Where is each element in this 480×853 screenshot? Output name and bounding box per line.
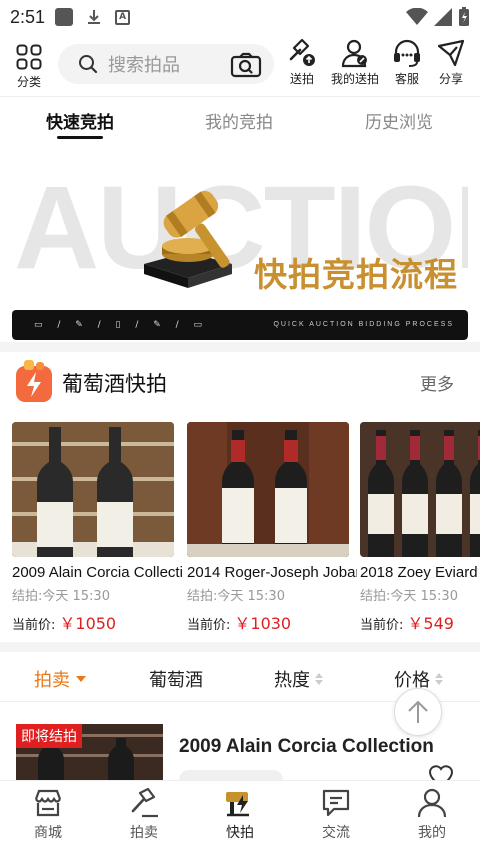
gavel-icon [131,787,158,818]
sort-arrows-icon [315,673,323,685]
nav-auction[interactable]: 拍卖 [114,787,174,842]
wine-card-title: 2018 Zoey Eviard [360,564,478,581]
banner-title: 快拍竞拍流程 [254,255,458,294]
wine-card-carousel: 2009 Alain Corcia Collection 结拍:今天 15:30… [12,422,480,640]
section-gap [0,642,480,652]
wine-card-price-row: 当前价: ￥549 [360,610,480,634]
tab-quick-auction[interactable]: 快速竞拍 [46,108,114,133]
share-button[interactable]: 分享 [436,38,466,87]
filter-auction[interactable]: 拍卖 [34,666,86,692]
grid-icon [16,44,42,70]
auction-process-banner[interactable]: AUCTION 快拍竞拍流程 ▭ / ✎ / ▯ / ✎ / ▭ QUICK A… [12,150,468,340]
notification-icon [55,8,74,26]
category-label: 分类 [16,75,41,89]
nav-quick-auction[interactable]: 快拍 [210,787,270,842]
nav-mall[interactable]: 商城 [18,787,78,842]
nav-auction-label: 拍卖 [130,825,158,841]
send-auction-label: 送拍 [289,72,314,86]
sort-arrows-icon [435,673,443,685]
gavel-icon [144,190,232,288]
camera-search-icon[interactable] [230,52,262,78]
nav-profile-label: 我的 [418,825,446,841]
search-icon [79,55,98,74]
wine-section-header: 葡萄酒快拍 更多 [0,356,480,408]
filter-wine-label: 葡萄酒 [149,670,203,691]
nav-mall-label: 商城 [34,825,62,841]
my-send-auction-button[interactable]: 我的送拍 [330,38,380,87]
wine-card-end-time: 结拍:今天 15:30 [187,589,285,604]
caret-down-icon [76,676,86,682]
wine-card[interactable]: 2014 Roger-Joseph Jobard 结拍:今天 15:30 当前价… [187,422,357,634]
wine-card-price-row: 当前价: ￥1050 [12,610,174,634]
nav-quick-auction-label: 快拍 [226,825,254,841]
nav-profile[interactable]: 我的 [402,787,462,842]
search-placeholder: 搜索拍品 [108,55,180,76]
wine-card-image [187,422,349,557]
download-icon [88,10,101,24]
filter-auction-label: 拍卖 [34,670,70,691]
app-notification-icon: A [115,9,131,25]
back-to-top-button[interactable] [394,688,442,736]
wine-card[interactable]: 2018 Zoey Eviard 结拍:今天 15:30 当前价: ￥549 [360,422,480,634]
my-send-auction-label: 我的送拍 [330,72,379,86]
section-title: 葡萄酒快拍 [62,372,167,396]
nav-community-label: 交流 [322,825,350,841]
status-time: 2:51 [10,6,46,27]
chat-icon [322,789,350,817]
user-icon [417,788,447,818]
quick-auction-icon [226,792,249,817]
list-item-title: 2009 Alain Corcia Collection [179,736,434,757]
top-header: 分类 搜索拍品 送拍 我的送拍 客服 分享 [0,38,480,94]
customer-service-button[interactable]: 客服 [392,38,422,87]
wifi-icon [406,8,428,25]
bottom-navigation: 商城 拍卖 快拍 交流 我的 [0,780,480,853]
wine-card-price: ￥1050 [59,614,117,633]
banner-subtitle: QUICK AUCTION BIDDING PROCESS [273,321,454,328]
wine-card-price: ￥1030 [234,614,292,633]
header-divider [0,96,480,97]
list-item-tag-placeholder [179,770,283,780]
filter-popularity[interactable]: 热度 [274,666,323,692]
share-label: 分享 [438,72,463,86]
status-bar: 2:51 A [0,0,480,34]
customer-service-label: 客服 [394,72,419,86]
process-step-icons: ▭ / ✎ / ▯ / ✎ / ▭ [34,320,209,330]
wine-card-price-row: 当前价: ￥1030 [187,610,349,634]
wine-card-title: 2014 Roger-Joseph Jobard [187,564,357,581]
nav-community[interactable]: 交流 [306,787,366,842]
price-label: 当前价: [360,618,404,633]
more-link[interactable]: 更多 [420,370,454,395]
active-tab-indicator [57,136,103,139]
wine-card-image [360,422,480,557]
battery-icon [459,7,469,26]
filter-wine[interactable]: 葡萄酒 [149,666,203,692]
filter-popularity-label: 热度 [274,670,310,691]
wine-card-price: ￥549 [407,614,454,633]
price-label: 当前价: [187,618,231,633]
section-gap [0,342,480,352]
headset-icon [394,39,420,67]
favorite-icon[interactable] [428,764,454,780]
arrow-up-icon [408,700,428,723]
wine-card-end-time: 结拍:今天 15:30 [360,589,458,604]
search-bar[interactable]: 搜索拍品 [58,44,274,84]
gavel-upload-icon [289,38,315,66]
flash-auction-logo-icon [16,360,52,402]
wine-card-image [12,422,174,557]
share-icon [437,39,465,67]
wine-card[interactable]: 2009 Alain Corcia Collection 结拍:今天 15:30… [12,422,182,634]
signal-icon [434,8,452,26]
store-icon [34,789,62,817]
user-gavel-icon [341,39,367,68]
list-item-image: 即将结拍 [16,724,163,780]
wine-card-title: 2009 Alain Corcia Collection [12,564,182,581]
price-label: 当前价: [12,618,56,633]
category-button[interactable]: 分类 [12,42,46,90]
wine-card-end-time: 结拍:今天 15:30 [12,589,110,604]
ending-soon-badge: 即将结拍 [16,724,82,748]
tab-my-auction[interactable]: 我的竞拍 [205,108,273,133]
send-auction-button[interactable]: 送拍 [286,38,318,87]
tab-history[interactable]: 历史浏览 [365,108,433,133]
banner-strip: ▭ / ✎ / ▯ / ✎ / ▭ QUICK AUCTION BIDDING … [12,310,468,340]
